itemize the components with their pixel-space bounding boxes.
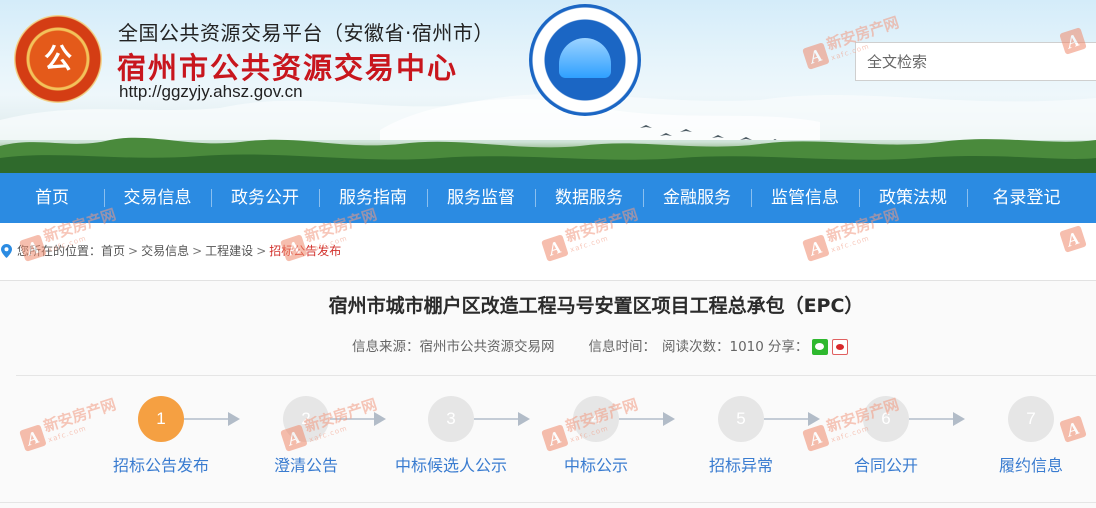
- emblem-wave-icon: [559, 38, 611, 78]
- treeline-decoration: [0, 137, 1096, 173]
- platform-title: 全国公共资源交易平台（安徽省·宿州市）: [118, 21, 494, 45]
- article-meta: 信息来源： 宿州市公共资源交易网 信息时间： 阅读次数： 1010 分享：: [352, 337, 849, 357]
- location-pin-icon: [1, 244, 12, 258]
- watermark: A: [1059, 225, 1087, 253]
- wechat-share-icon[interactable]: [812, 339, 829, 355]
- nav-item-registry[interactable]: 名录登记: [967, 173, 1086, 223]
- search-box[interactable]: [855, 42, 1096, 81]
- step-label: 中标公示: [563, 456, 628, 475]
- weibo-share-icon[interactable]: [832, 339, 849, 355]
- step-number: 6: [863, 396, 909, 442]
- breadcrumb-current[interactable]: 招标公告发布: [269, 238, 341, 264]
- source-label: 信息来源：: [352, 339, 420, 355]
- views-count: 1010: [729, 339, 764, 355]
- step-number: 2: [283, 396, 329, 442]
- meta-divider: [16, 375, 1096, 376]
- nav-item-service-supervision[interactable]: 服务监督: [427, 173, 535, 223]
- step-label: 招标异常: [708, 456, 773, 475]
- step-candidate-publicity[interactable]: 3 中标候选人公示: [376, 396, 526, 476]
- step-number: 7: [1008, 396, 1054, 442]
- step-label: 招标公告发布: [112, 456, 209, 475]
- share-label: 分享：: [767, 339, 809, 355]
- step-bid-announcement[interactable]: 1 招标公告发布: [86, 396, 236, 476]
- breadcrumb-separator: >: [256, 244, 267, 258]
- breadcrumb-home[interactable]: 首页: [101, 238, 125, 264]
- site-header: 公 全国公共资源交易平台（安徽省·宿州市） 宿州市公共资源交易中心 http:/…: [0, 0, 1096, 173]
- breadcrumb-engineering[interactable]: 工程建设: [205, 238, 253, 264]
- center-title: 宿州市公共资源交易中心: [117, 51, 459, 85]
- step-label: 合同公开: [853, 456, 918, 475]
- step-clarification[interactable]: 2 澄清公告: [231, 396, 381, 476]
- step-label: 中标候选人公示: [394, 456, 507, 475]
- logo-glyph: 公: [43, 42, 72, 75]
- nav-item-policy[interactable]: 政策法规: [859, 173, 967, 223]
- step-performance-info[interactable]: 7 履约信息: [956, 396, 1096, 476]
- bottom-divider: [0, 502, 1096, 503]
- nav-item-finance-service[interactable]: 金融服务: [643, 173, 751, 223]
- step-number: 4: [573, 396, 619, 442]
- watermark-logo-icon: A: [541, 234, 569, 262]
- site-url: http://ggzyjy.ahsz.gov.cn: [119, 82, 303, 101]
- views-label: 阅读次数：: [662, 339, 730, 355]
- breadcrumb-separator: >: [192, 244, 203, 258]
- watermark-sub: xafc.com: [830, 234, 871, 255]
- watermark-sub: xafc.com: [569, 234, 610, 255]
- breadcrumb: 您所在的位置： 首页 > 交易信息 > 工程建设 > 招标公告发布: [0, 238, 341, 264]
- breadcrumb-separator: >: [128, 244, 139, 258]
- nav-item-service-guide[interactable]: 服务指南: [319, 173, 427, 223]
- step-contract-disclosure[interactable]: 6 合同公开: [811, 396, 961, 476]
- article-title: 宿州市城市棚户区改造工程马号安置区项目工程总承包（EPC）: [328, 295, 864, 317]
- main-nav: 首页 交易信息 政务公开 服务指南 服务监督 数据服务 金融服务 监管信息 政策…: [0, 173, 1096, 223]
- nav-item-regulation-info[interactable]: 监管信息: [751, 173, 859, 223]
- time-label: 信息时间：: [588, 339, 657, 355]
- nav-item-trade-info[interactable]: 交易信息: [104, 173, 211, 223]
- step-bid-exception[interactable]: 5 招标异常: [666, 396, 816, 476]
- step-number: 5: [718, 396, 764, 442]
- search-input[interactable]: [856, 43, 1096, 80]
- process-steps: 1 招标公告发布 2 澄清公告 3 中标候选人公示 4 中标公示 5 招标异常 …: [0, 396, 1096, 496]
- watermark-logo-icon: A: [1059, 225, 1087, 253]
- step-label: 履约信息: [998, 456, 1063, 475]
- breadcrumb-trade-info[interactable]: 交易信息: [141, 238, 189, 264]
- step-number: 1: [138, 396, 184, 442]
- nav-item-home[interactable]: 首页: [0, 173, 104, 223]
- nav-item-gov-affairs[interactable]: 政务公开: [211, 173, 319, 223]
- partner-emblem: [529, 4, 641, 116]
- nav-item-data-service[interactable]: 数据服务: [535, 173, 643, 223]
- breadcrumb-prefix: 您所在的位置：: [17, 244, 102, 258]
- step-number: 3: [428, 396, 474, 442]
- watermark-logo-icon: A: [802, 234, 830, 262]
- site-logo[interactable]: 公: [14, 15, 102, 103]
- step-label: 澄清公告: [273, 456, 338, 475]
- source-value: 宿州市公共资源交易网: [419, 339, 555, 355]
- step-award-publicity[interactable]: 4 中标公示: [521, 396, 671, 476]
